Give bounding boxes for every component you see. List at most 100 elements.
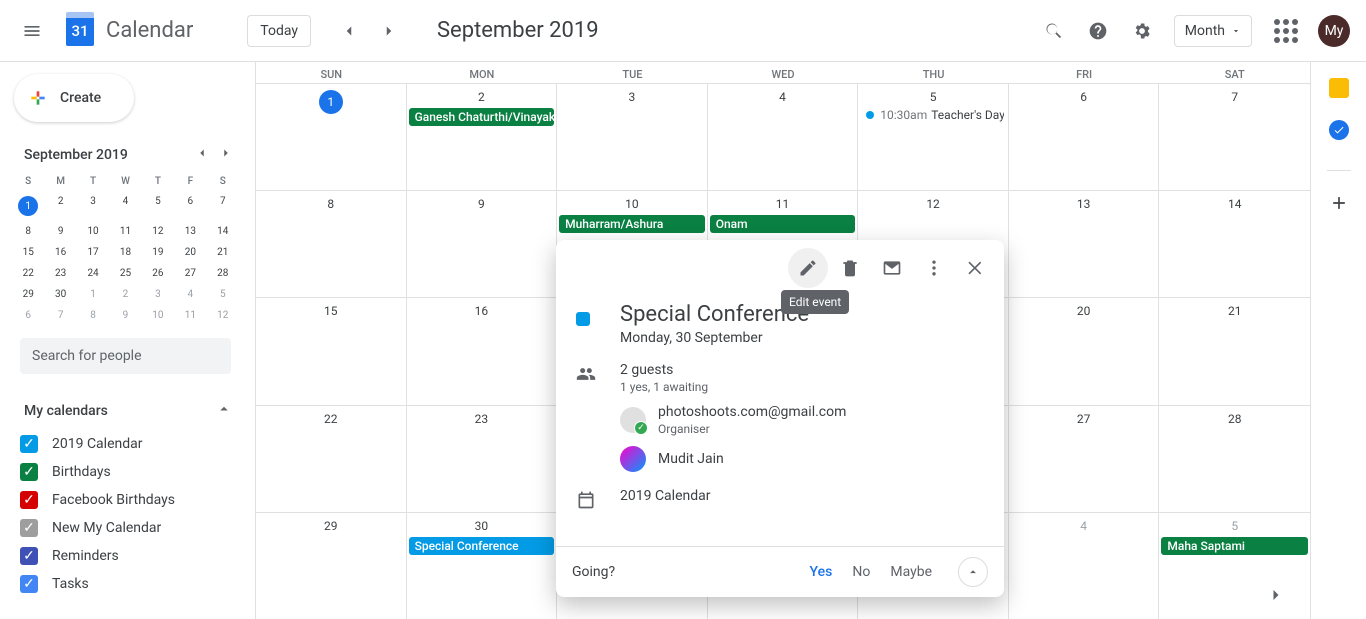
today-button[interactable]: Today — [247, 15, 311, 47]
day-cell[interactable]: 21 — [1159, 298, 1310, 404]
day-cell[interactable]: 23 — [407, 406, 558, 512]
day-cell[interactable]: 7 — [1159, 84, 1310, 190]
mini-day-cell[interactable]: 29 — [12, 284, 44, 305]
google-apps-button[interactable] — [1266, 11, 1306, 51]
collapse-mycals-button[interactable] — [215, 400, 233, 422]
mini-day-cell[interactable]: 20 — [174, 242, 206, 263]
mini-prev-button[interactable] — [195, 146, 209, 164]
mini-day-cell[interactable]: 10 — [77, 221, 109, 242]
mini-day-cell[interactable]: 9 — [44, 221, 76, 242]
calendar-checkbox[interactable]: ✓ — [20, 435, 38, 453]
mini-day-cell[interactable]: 30 — [44, 284, 76, 305]
guest-item[interactable]: Mudit Jain — [620, 446, 846, 472]
event-options-button[interactable] — [914, 248, 954, 288]
mini-day-cell[interactable]: 11 — [174, 305, 206, 326]
rsvp-no-button[interactable]: No — [852, 564, 870, 580]
mini-day-cell[interactable]: 28 — [207, 263, 239, 284]
event-chip[interactable]: Ganesh Chaturthi/Vinayaka — [409, 108, 555, 126]
mini-day-cell[interactable]: 3 — [77, 191, 109, 221]
calendar-checkbox[interactable]: ✓ — [20, 463, 38, 481]
mini-day-cell[interactable]: 1 — [12, 191, 44, 221]
event-chip[interactable]: Muharram/Ashura — [559, 215, 705, 233]
day-cell[interactable]: 28 — [1159, 406, 1310, 512]
day-cell[interactable]: 14 — [1159, 191, 1310, 297]
day-cell[interactable]: 16 — [407, 298, 558, 404]
mini-day-cell[interactable]: 19 — [142, 242, 174, 263]
view-switcher[interactable]: Month — [1174, 15, 1252, 47]
day-cell[interactable]: 27 — [1009, 406, 1160, 512]
calendar-checkbox[interactable]: ✓ — [20, 547, 38, 565]
calendar-list-item[interactable]: ✓Tasks — [20, 570, 239, 598]
mini-day-cell[interactable]: 26 — [142, 263, 174, 284]
mini-day-cell[interactable]: 4 — [109, 191, 141, 221]
calendar-checkbox[interactable]: ✓ — [20, 491, 38, 509]
mini-day-cell[interactable]: 12 — [142, 221, 174, 242]
day-cell[interactable]: 13 — [1009, 191, 1160, 297]
calendar-list-item[interactable]: ✓Facebook Birthdays — [20, 486, 239, 514]
keep-icon[interactable] — [1329, 78, 1349, 98]
mini-day-cell[interactable]: 8 — [77, 305, 109, 326]
day-cell[interactable]: 9 — [407, 191, 558, 297]
calendar-checkbox[interactable]: ✓ — [20, 519, 38, 537]
prev-month-button[interactable] — [329, 11, 369, 51]
mini-day-cell[interactable]: 7 — [44, 305, 76, 326]
delete-event-button[interactable] — [830, 248, 870, 288]
mini-day-cell[interactable]: 22 — [12, 263, 44, 284]
email-guests-button[interactable] — [872, 248, 912, 288]
edit-event-button[interactable] — [788, 248, 828, 288]
mini-day-cell[interactable]: 21 — [207, 242, 239, 263]
calendar-list-item[interactable]: ✓2019 Calendar — [20, 430, 239, 458]
mini-day-cell[interactable]: 7 — [207, 191, 239, 221]
mini-day-cell[interactable]: 10 — [142, 305, 174, 326]
mini-day-cell[interactable]: 27 — [174, 263, 206, 284]
mini-day-cell[interactable]: 15 — [12, 242, 44, 263]
day-cell[interactable]: 30Special Conference — [407, 513, 558, 619]
mini-next-button[interactable] — [219, 146, 233, 164]
day-cell[interactable]: 3 — [557, 84, 708, 190]
search-button[interactable] — [1034, 11, 1074, 51]
mini-day-cell[interactable]: 8 — [12, 221, 44, 242]
mini-day-cell[interactable]: 17 — [77, 242, 109, 263]
tasks-icon[interactable] — [1329, 120, 1349, 140]
account-avatar[interactable]: My — [1318, 15, 1350, 47]
day-cell[interactable]: 8 — [256, 191, 407, 297]
mini-day-cell[interactable]: 6 — [12, 305, 44, 326]
day-cell[interactable]: 510:30amTeacher's Day — [858, 84, 1009, 190]
mini-day-cell[interactable]: 9 — [109, 305, 141, 326]
day-cell[interactable]: 29 — [256, 513, 407, 619]
day-cell[interactable]: 2Ganesh Chaturthi/Vinayaka — [407, 84, 558, 190]
mini-day-cell[interactable]: 6 — [174, 191, 206, 221]
guest-organiser[interactable]: photoshoots.com@gmail.com Organiser — [620, 404, 846, 436]
day-cell[interactable]: 1 — [256, 84, 407, 190]
search-people-input[interactable]: Search for people — [20, 338, 231, 374]
day-cell[interactable]: 6 — [1009, 84, 1160, 190]
day-cell[interactable]: 22 — [256, 406, 407, 512]
add-addon-button[interactable] — [1329, 193, 1349, 217]
mini-day-cell[interactable]: 1 — [77, 284, 109, 305]
event-chip[interactable]: Special Conference — [409, 537, 555, 555]
day-cell[interactable]: 15 — [256, 298, 407, 404]
calendar-checkbox[interactable]: ✓ — [20, 575, 38, 593]
mini-day-cell[interactable]: 11 — [109, 221, 141, 242]
mini-day-cell[interactable]: 16 — [44, 242, 76, 263]
event-chip[interactable]: 10:30amTeacher's Day — [866, 108, 1004, 122]
rsvp-yes-button[interactable]: Yes — [810, 564, 833, 580]
mini-day-cell[interactable]: 5 — [207, 284, 239, 305]
close-popup-button[interactable] — [956, 248, 996, 288]
expand-side-panel-button[interactable] — [1260, 579, 1292, 611]
mini-day-cell[interactable]: 14 — [207, 221, 239, 242]
mini-day-cell[interactable]: 2 — [44, 191, 76, 221]
calendar-list-item[interactable]: ✓Birthdays — [20, 458, 239, 486]
mini-day-cell[interactable]: 2 — [109, 284, 141, 305]
event-chip[interactable]: Onam — [710, 215, 856, 233]
day-cell[interactable]: 4 — [708, 84, 859, 190]
mini-day-cell[interactable]: 3 — [142, 284, 174, 305]
mini-day-cell[interactable]: 4 — [174, 284, 206, 305]
mini-day-cell[interactable]: 5 — [142, 191, 174, 221]
mini-day-cell[interactable]: 23 — [44, 263, 76, 284]
mini-day-cell[interactable]: 13 — [174, 221, 206, 242]
mini-day-cell[interactable]: 25 — [109, 263, 141, 284]
day-cell[interactable]: 20 — [1009, 298, 1160, 404]
rsvp-more-button[interactable] — [958, 557, 988, 587]
support-button[interactable] — [1078, 11, 1118, 51]
